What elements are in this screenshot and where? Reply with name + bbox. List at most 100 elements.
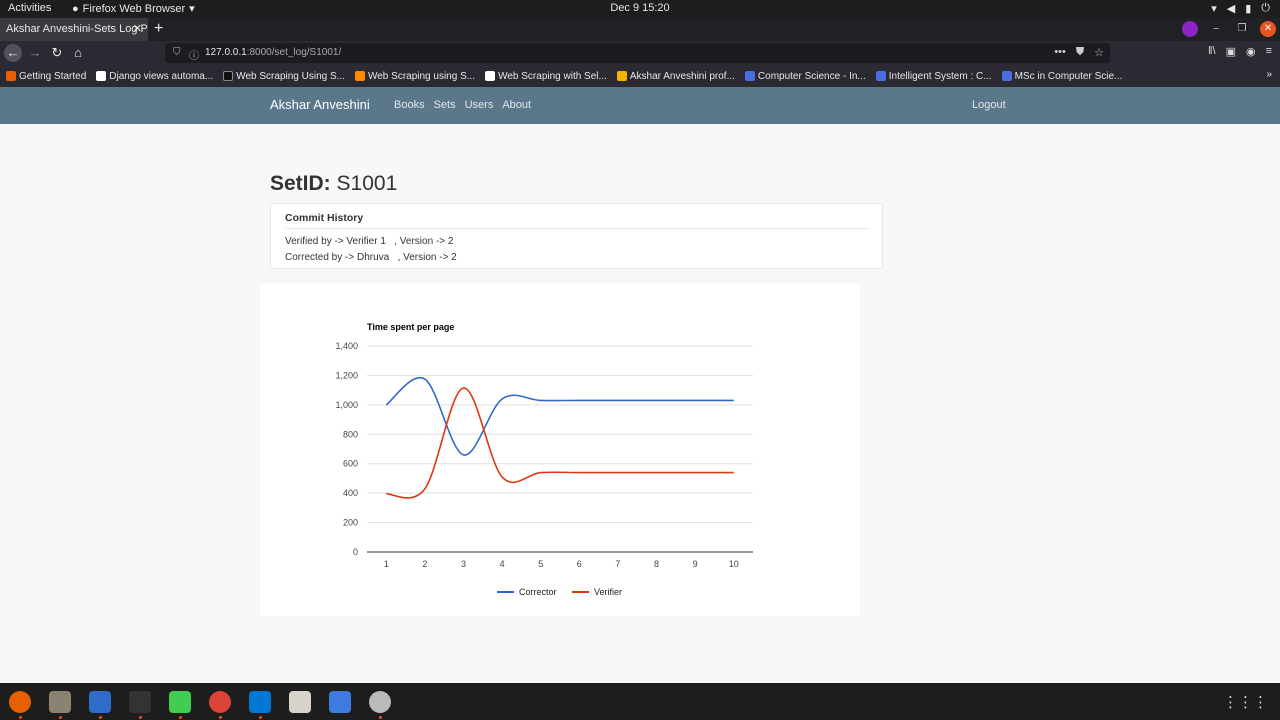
reload-button[interactable]: ↻ — [48, 44, 66, 62]
more-bookmarks-icon[interactable]: » — [1266, 69, 1272, 80]
bookmark-favicon-icon — [485, 71, 496, 81]
logout-link[interactable]: Logout — [972, 99, 1006, 111]
show-apps-icon[interactable]: ⋮⋮⋮ — [1223, 693, 1268, 711]
sidebar-icon[interactable]: ▣ — [1226, 45, 1236, 58]
x-tick-label: 10 — [729, 559, 739, 569]
restore-button[interactable]: ❐ — [1234, 21, 1250, 37]
tasks-icon[interactable] — [329, 691, 351, 713]
close-window-button[interactable]: ✕ — [1260, 21, 1276, 37]
qt-creator-icon[interactable] — [169, 691, 191, 713]
bookmark-label: Intelligent System : C... — [888, 70, 992, 82]
x-tick-label: 1 — [384, 559, 389, 569]
bookmark-item[interactable]: Web Scraping with Sel... — [485, 71, 607, 82]
page-actions-icon[interactable]: ••• — [1054, 46, 1066, 59]
chart-container: Time spent per page 0 200 400 600 800 1,000 1,2… — [260, 283, 860, 616]
running-indicator — [379, 716, 382, 719]
app-menu[interactable]: ● Firefox Web Browser ▾ — [72, 2, 195, 16]
x-tick-label: 2 — [422, 559, 427, 569]
vscode-icon[interactable] — [249, 691, 271, 713]
chat-icon[interactable] — [369, 691, 391, 713]
chart-title: Time spent per page — [367, 322, 454, 332]
nav-link-users[interactable]: Users — [465, 99, 494, 111]
files-icon[interactable] — [49, 691, 71, 713]
url-path: :8000/set_log/S1001/ — [246, 47, 342, 58]
site-brand[interactable]: Akshar Anveshini — [270, 97, 370, 112]
bookmark-item[interactable]: MSc in Computer Scie... — [1001, 71, 1122, 82]
bookmark-label: Computer Science - In... — [757, 70, 866, 82]
chrome-icon[interactable] — [209, 691, 231, 713]
bookmark-item[interactable]: Web Scraping using S... — [354, 70, 476, 82]
line-chart: Time spent per page 0 200 400 600 800 1,000 1,2… — [335, 322, 753, 597]
calculator-icon[interactable] — [289, 691, 311, 713]
bookmark-favicon-icon — [354, 71, 365, 81]
page-title: SetID: S1001 — [270, 172, 397, 196]
account-icon[interactable]: ◉ — [1246, 45, 1256, 58]
bookmark-item[interactable]: Web Scraping Using S... — [223, 71, 345, 82]
clock[interactable]: Dec 9 15:20 — [610, 2, 669, 14]
url-bar[interactable]: ⛉ ⓘ 127.0.0.1:8000/set_log/S1001/ ••• ⛊ … — [165, 43, 1110, 63]
setid-label: SetID: — [270, 172, 331, 195]
chevron-down-icon: ▾ — [189, 3, 195, 15]
bookmark-label: Web Scraping using S... — [367, 70, 476, 82]
bookmark-favicon-icon — [616, 71, 627, 81]
firefox-icon[interactable] — [9, 691, 31, 713]
app-menu-label: Firefox Web Browser — [82, 2, 186, 15]
bookmark-favicon-icon — [875, 71, 886, 81]
shield-icon[interactable]: ⛉ — [173, 47, 181, 58]
firefox-icon: ● — [72, 2, 79, 15]
browser-tab[interactable]: Akshar Anveshini-Sets Log P ✕ — [0, 18, 148, 41]
running-indicator — [139, 716, 142, 719]
forward-button[interactable]: → — [26, 44, 44, 62]
minimize-button[interactable]: – — [1208, 21, 1224, 37]
running-indicator — [219, 716, 222, 719]
menu-icon[interactable]: ≡ — [1266, 45, 1272, 58]
y-tick-label: 1,400 — [335, 341, 358, 351]
commit-entry: Verified by -> Verifier 1 , Version -> 2 — [285, 236, 454, 247]
browser-toolbar: ← → ↻ ⌂ ⛉ ⓘ 127.0.0.1:8000/set_log/S1001… — [0, 41, 1280, 65]
back-button[interactable]: ← — [4, 44, 22, 62]
bookmark-item[interactable]: Intelligent System : C... — [875, 70, 992, 82]
volume-icon: ◀ — [1226, 3, 1236, 15]
running-indicator — [179, 716, 182, 719]
bookmark-item[interactable]: Getting Started — [6, 71, 86, 82]
activities-button[interactable]: Activities — [8, 2, 51, 14]
system-tray[interactable]: ▾ ◀ ▮ ⏻ — [1211, 2, 1270, 15]
page-info-icon[interactable]: ⓘ — [189, 47, 199, 62]
site-navbar: Akshar Anveshini Books Sets Users About … — [0, 87, 1280, 124]
tab-title: Akshar Anveshini-Sets Log P — [6, 23, 148, 35]
nav-link-sets[interactable]: Sets — [434, 99, 456, 111]
wifi-icon: ▾ — [1211, 3, 1217, 15]
x-tick-label: 7 — [615, 559, 620, 569]
setid-value: S1001 — [336, 172, 398, 195]
bookmark-item[interactable]: Django views automa... — [96, 71, 213, 82]
url-host: 127.0.0.1 — [205, 47, 247, 58]
system-top-bar: Activities ● Firefox Web Browser ▾ Dec 9… — [0, 0, 1280, 18]
commit-entry: Corrected by -> Dhruva , Version -> 2 — [285, 252, 457, 263]
x-tick-label: 9 — [693, 559, 698, 569]
terminal-icon[interactable] — [129, 691, 151, 713]
library-icon[interactable]: ‖\ — [1208, 45, 1216, 58]
tab-strip: Akshar Anveshini-Sets Log P ✕ + – ❐ ✕ — [0, 18, 1280, 41]
nav-link-about[interactable]: About — [502, 99, 531, 111]
home-button[interactable]: ⌂ — [69, 44, 87, 62]
y-tick-label: 400 — [343, 488, 358, 498]
commit-history-title: Commit History — [285, 212, 868, 229]
pocket-icon[interactable]: ⛊ — [1076, 46, 1084, 59]
bookmark-label: Django views automa... — [109, 70, 214, 82]
bookmark-item[interactable]: Akshar Anveshini prof... — [616, 71, 735, 82]
running-indicator — [59, 716, 62, 719]
y-tick-label: 0 — [353, 547, 358, 557]
bookmark-star-icon[interactable]: ☆ — [1094, 46, 1104, 59]
bookmark-favicon-icon — [96, 71, 107, 81]
bookmark-label: Web Scraping Using S... — [236, 70, 345, 82]
writer-icon[interactable] — [89, 691, 111, 713]
close-tab-icon[interactable]: ✕ — [133, 22, 142, 35]
bookmark-favicon-icon — [6, 71, 16, 81]
nav-link-books[interactable]: Books — [394, 99, 425, 111]
bookmark-label: Web Scraping with Sel... — [498, 70, 607, 82]
bookmarks-bar: Getting Started Django views automa... W… — [0, 65, 1280, 87]
y-tick-label: 800 — [343, 429, 358, 439]
new-tab-button[interactable]: + — [154, 20, 163, 38]
battery-icon: ▮ — [1245, 3, 1252, 15]
bookmark-item[interactable]: Computer Science - In... — [744, 70, 866, 82]
